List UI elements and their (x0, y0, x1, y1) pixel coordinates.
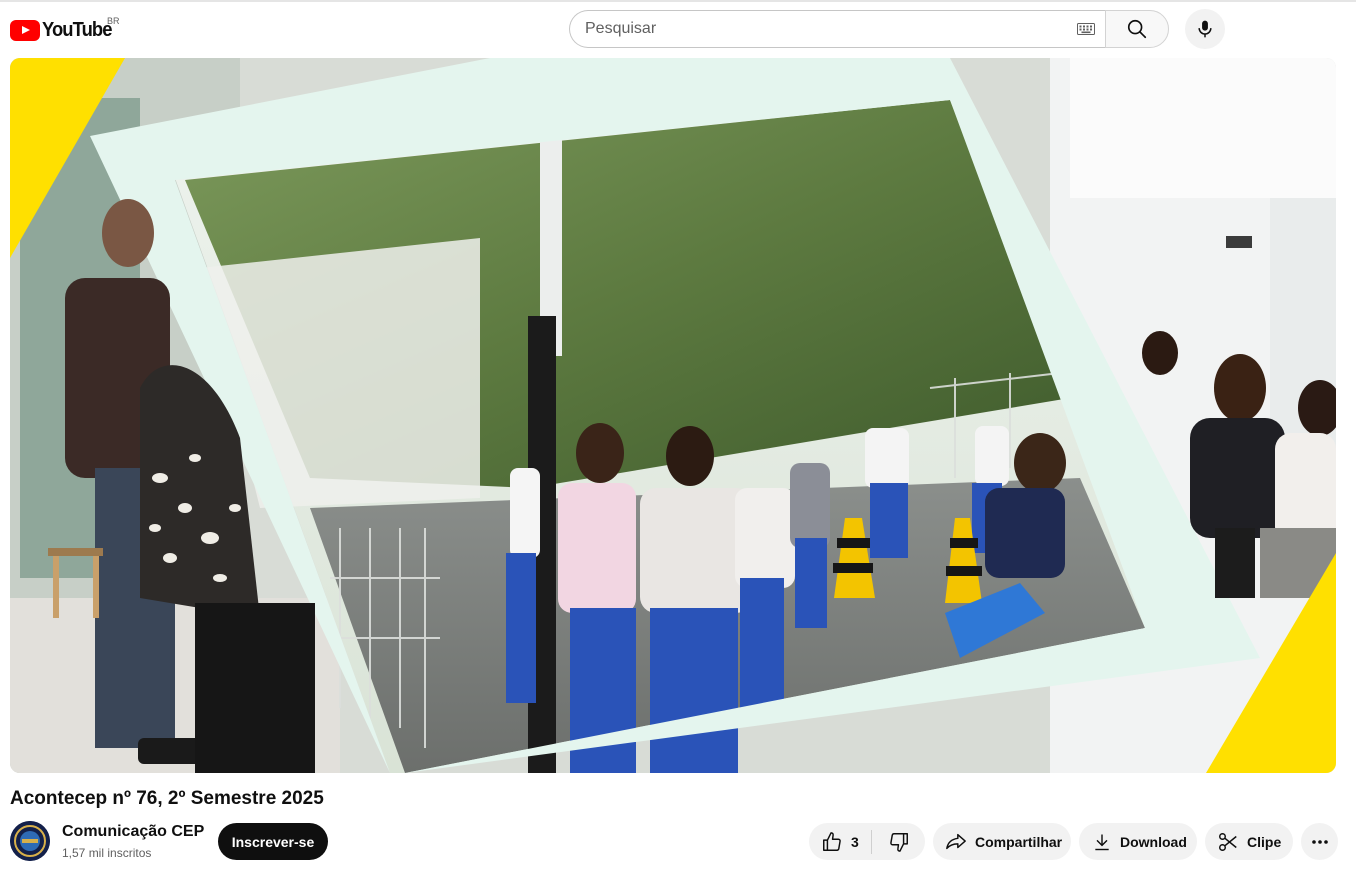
like-count: 3 (851, 833, 859, 850)
like-icon (823, 831, 841, 851)
more-icon (1311, 839, 1328, 844)
channel-name[interactable]: Comunicação CEP (62, 823, 204, 841)
search-icon (1127, 19, 1147, 39)
share-label: Compartilhar (975, 833, 1063, 850)
download-icon (1095, 834, 1109, 850)
video-player[interactable] (10, 58, 1336, 773)
logo-text: YouTube (42, 18, 112, 41)
search-button[interactable] (1105, 10, 1169, 48)
like-dislike-group: 3 (809, 823, 925, 860)
clip-label: Clipe (1247, 833, 1282, 850)
share-button[interactable]: Compartilhar (933, 823, 1071, 860)
channel-avatar[interactable] (10, 821, 50, 861)
clip-button[interactable]: Clipe (1205, 823, 1293, 860)
country-code: BR (107, 16, 120, 26)
voice-search-button[interactable] (1185, 9, 1225, 49)
scissors-icon (1219, 832, 1237, 851)
download-label: Download (1120, 833, 1187, 850)
more-actions-button[interactable] (1301, 823, 1338, 860)
subscriber-count: 1,57 mil inscritos (62, 846, 152, 860)
share-icon (946, 833, 966, 849)
dislike-button[interactable] (872, 823, 925, 860)
search-box[interactable] (569, 10, 1105, 48)
dislike-icon (889, 832, 908, 852)
youtube-logo[interactable]: YouTube (10, 16, 118, 44)
like-button[interactable]: 3 (809, 823, 871, 860)
search-input[interactable] (570, 13, 1067, 45)
video-title: Acontecep nº 76, 2º Semestre 2025 (10, 788, 324, 809)
top-border (0, 0, 1356, 2)
subscribe-button[interactable]: Inscrever-se (218, 823, 328, 860)
mic-icon (1198, 20, 1212, 38)
video-frame (10, 58, 1336, 773)
keyboard-icon[interactable] (1077, 23, 1095, 35)
youtube-logo-icon (10, 19, 40, 41)
download-button[interactable]: Download (1079, 823, 1197, 860)
channel-seal-icon (10, 821, 50, 861)
